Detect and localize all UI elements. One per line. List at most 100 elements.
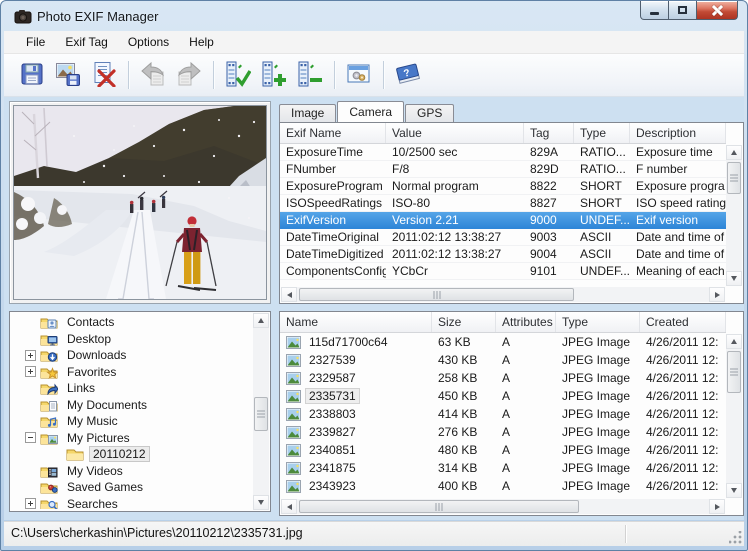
- resize-grip[interactable]: [729, 531, 742, 544]
- menu-item-file[interactable]: File: [16, 32, 55, 52]
- file-row[interactable]: 2327539430 KBAJPEG Image4/26/2011 12:: [280, 351, 726, 369]
- scroll-right-button[interactable]: [709, 287, 725, 302]
- collapse-icon[interactable]: [25, 432, 36, 443]
- file-column-header[interactable]: Name: [280, 312, 432, 332]
- previous-image-button[interactable]: [137, 59, 169, 91]
- exif-column-header[interactable]: Tag: [524, 123, 574, 143]
- exif-row[interactable]: ExposureProgramNormal program8822SHORTEx…: [280, 178, 726, 195]
- scroll-thumb[interactable]: [254, 397, 268, 431]
- exif-row[interactable]: DateTimeOriginal2011:02:12 13:38:279003A…: [280, 229, 726, 246]
- remove-tag-button[interactable]: [294, 59, 326, 91]
- expand-icon[interactable]: [25, 350, 36, 361]
- tree-item-my-documents[interactable]: My Documents: [11, 397, 252, 414]
- file-row[interactable]: 2339827276 KBAJPEG Image4/26/2011 12:: [280, 423, 726, 441]
- tree-item-searches[interactable]: Searches: [11, 496, 252, 510]
- scroll-up-button[interactable]: [726, 145, 742, 160]
- expand-icon[interactable]: [25, 366, 36, 377]
- file-row[interactable]: 2335731450 KBAJPEG Image4/26/2011 12:: [280, 387, 726, 405]
- exif-row[interactable]: ExposureTime10/2500 sec829ARATIO...Expos…: [280, 144, 726, 161]
- exif-cell-value: ISO-80: [386, 196, 524, 210]
- menu-item-options[interactable]: Options: [118, 32, 179, 52]
- title-bar[interactable]: Photo EXIF Manager: [1, 1, 747, 31]
- tree-vertical-scrollbar[interactable]: [253, 313, 269, 510]
- file-cell-name: 2338803: [280, 406, 432, 422]
- scroll-thumb[interactable]: [727, 162, 741, 194]
- scroll-up-button[interactable]: [726, 334, 742, 349]
- tree-item-my-videos[interactable]: My Videos: [11, 463, 252, 480]
- exif-column-header[interactable]: Description: [630, 123, 726, 143]
- menu-item-help[interactable]: Help: [179, 32, 224, 52]
- file-row[interactable]: 115d71700c6463 KBAJPEG Image4/26/2011 12…: [280, 333, 726, 351]
- file-column-header[interactable]: Size: [432, 312, 496, 332]
- file-cell-attributes: A: [496, 461, 556, 475]
- file-cell-size: 450 KB: [432, 389, 496, 403]
- expander-slot: [14, 350, 40, 361]
- scroll-down-button[interactable]: [726, 483, 742, 498]
- save-button[interactable]: [16, 59, 48, 91]
- tree-item-favorites[interactable]: Favorites: [11, 364, 252, 381]
- delete-exif-button[interactable]: [88, 59, 120, 91]
- scroll-thumb[interactable]: [299, 500, 579, 513]
- file-row[interactable]: 2343923400 KBAJPEG Image4/26/2011 12:: [280, 477, 726, 495]
- scroll-down-button[interactable]: [253, 495, 269, 510]
- tree-item-saved-games[interactable]: Saved Games: [11, 479, 252, 496]
- maximize-icon: [678, 6, 687, 14]
- scroll-right-button[interactable]: [709, 499, 725, 514]
- tree-item-label: Desktop: [63, 331, 115, 347]
- exif-cell-name: DateTimeOriginal: [280, 230, 386, 244]
- exif-row[interactable]: ComponentsConfig...YCbCr9101UNDEF...Mean…: [280, 263, 726, 280]
- tree-item-contacts[interactable]: Contacts: [11, 314, 252, 331]
- scroll-down-button[interactable]: [726, 271, 742, 286]
- scroll-thumb[interactable]: [299, 288, 574, 301]
- file-horizontal-scrollbar[interactable]: [281, 499, 725, 514]
- scroll-thumb[interactable]: [727, 351, 741, 393]
- status-divider: [625, 525, 626, 543]
- current-file-path: C:\Users\cherkashin\Pictures\20110212\23…: [11, 526, 303, 540]
- scroll-left-button[interactable]: [281, 499, 297, 514]
- tree-item-links[interactable]: Links: [11, 380, 252, 397]
- help-book-button[interactable]: ?: [392, 59, 424, 91]
- check-tags-button[interactable]: [222, 59, 254, 91]
- tree-item-desktop[interactable]: Desktop: [11, 331, 252, 348]
- file-vertical-scrollbar[interactable]: [726, 334, 742, 498]
- file-row[interactable]: 2340851480 KBAJPEG Image4/26/2011 12:: [280, 441, 726, 459]
- expander-slot: [14, 366, 40, 377]
- exif-row[interactable]: ExifVersionVersion 2.219000UNDEF...Exif …: [280, 212, 726, 229]
- exif-vertical-scrollbar[interactable]: [726, 145, 742, 286]
- next-image-button[interactable]: [173, 59, 205, 91]
- exif-row[interactable]: ISOSpeedRatingsISO-808827SHORTISO speed …: [280, 195, 726, 212]
- options-window-button[interactable]: [343, 59, 375, 91]
- add-tag-button[interactable]: [258, 59, 290, 91]
- file-column-header[interactable]: Attributes: [496, 312, 556, 332]
- close-button[interactable]: [697, 1, 738, 20]
- scroll-up-button[interactable]: [253, 313, 269, 328]
- save-image-button[interactable]: [52, 59, 84, 91]
- exif-column-header[interactable]: Exif Name: [280, 123, 386, 143]
- videos-folder-icon: [40, 464, 60, 478]
- exif-row[interactable]: DateTimeDigitized2011:02:12 13:38:279004…: [280, 246, 726, 263]
- tab-camera[interactable]: Camera: [337, 101, 404, 122]
- expand-icon[interactable]: [25, 498, 36, 509]
- tree-item-downloads[interactable]: Downloads: [11, 347, 252, 364]
- exif-row[interactable]: FNumberF/8829DRATIO...F number: [280, 161, 726, 178]
- exif-horizontal-scrollbar[interactable]: [281, 287, 725, 302]
- file-row[interactable]: 2341875314 KBAJPEG Image4/26/2011 12:: [280, 459, 726, 477]
- minimize-button[interactable]: [640, 1, 669, 20]
- scroll-left-button[interactable]: [281, 287, 297, 302]
- file-row[interactable]: 2338803414 KBAJPEG Image4/26/2011 12:: [280, 405, 726, 423]
- tree-item-my-pictures[interactable]: My Pictures: [11, 430, 252, 447]
- tree-item-my-music[interactable]: My Music: [11, 413, 252, 430]
- file-cell-attributes: A: [496, 425, 556, 439]
- file-name-text: 2341875: [305, 460, 360, 476]
- file-column-header[interactable]: Type: [556, 312, 640, 332]
- exif-column-header[interactable]: Type: [574, 123, 630, 143]
- menu-item-exif-tag[interactable]: Exif Tag: [55, 32, 117, 52]
- file-row[interactable]: 2329587258 KBAJPEG Image4/26/2011 12:: [280, 369, 726, 387]
- tab-gps[interactable]: GPS: [405, 104, 454, 122]
- exif-column-header[interactable]: Value: [386, 123, 524, 143]
- tree-item-label: Links: [63, 380, 99, 396]
- file-column-header[interactable]: Created: [640, 312, 726, 332]
- tab-image[interactable]: Image: [279, 104, 336, 122]
- maximize-button[interactable]: [669, 1, 697, 20]
- tree-item-20110212[interactable]: 20110212: [11, 446, 252, 463]
